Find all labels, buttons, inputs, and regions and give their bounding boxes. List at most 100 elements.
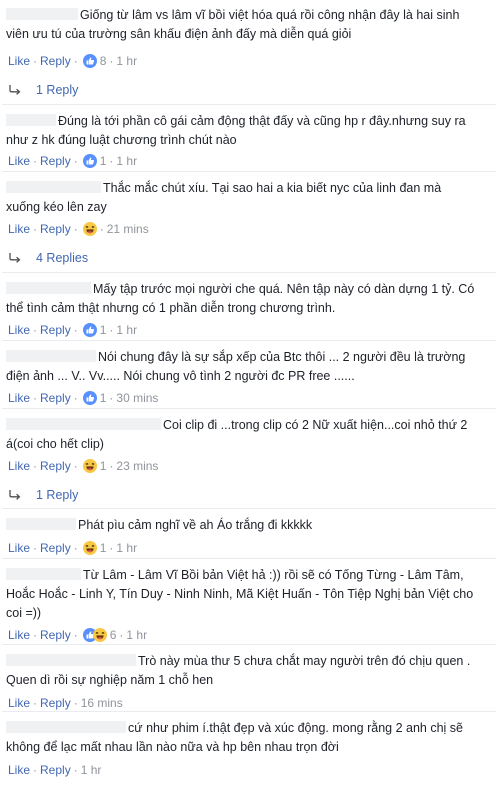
reaction-summary[interactable]: 1 [81,391,106,405]
comment-actions: Like · Reply · 8 · 1 hr [8,53,137,69]
separator-dot: · [33,541,38,555]
like-reaction-icon [82,323,97,337]
like-link[interactable]: Like [8,763,30,777]
reaction-summary[interactable]: 1 [81,154,107,168]
comment-actions: Like · Reply · 1 · 23 mins [8,458,158,474]
comment-actions: Like · Reply · 16 mins [8,695,123,711]
comment-feed: Giống từ lâm vs lâm vĩ bồi việt hóa quá … [0,0,500,787]
author-name-redacted[interactable] [6,518,76,530]
author-name-redacted[interactable] [6,114,56,126]
timestamp[interactable]: 1 hr [126,628,147,642]
comment-body: cứ như phim í.thật đẹp và xúc động. mong… [6,719,476,757]
reaction-summary[interactable]: 1 [81,541,107,555]
comment-actions: Like · Reply · 1 · 1 hr [8,322,137,338]
like-reaction-icon [82,391,97,405]
like-link[interactable]: Like [8,391,30,405]
separator-dot: · [33,459,38,473]
separator-dot: · [33,154,38,168]
like-link[interactable]: Like [8,628,30,642]
timestamp[interactable]: 30 mins [116,391,158,405]
separator-dot: · [109,541,114,555]
view-replies-link[interactable]: 1 Reply [8,487,78,503]
reply-link[interactable]: Reply [40,541,71,555]
reaction-summary[interactable]: 1 [81,323,107,337]
separator-dot: · [33,222,38,236]
like-link[interactable]: Like [8,459,30,473]
haha-reaction-icon [82,541,97,555]
author-name-redacted[interactable] [6,721,126,733]
reaction-summary[interactable] [81,222,97,236]
like-reaction-icon [82,154,97,168]
author-name-redacted[interactable] [6,8,78,20]
author-name-redacted[interactable] [6,350,96,362]
separator-dot: · [33,323,38,337]
reply-link[interactable]: Reply [40,763,71,777]
comment-divider [2,340,496,341]
comment-text: Đúng là tới phần cô gái cảm động thật đấ… [6,114,466,147]
timestamp[interactable]: 1 hr [81,763,102,777]
timestamp[interactable]: 1 hr [116,154,137,168]
separator-dot: · [33,391,38,405]
separator-dot: · [119,628,124,642]
author-name-redacted[interactable] [6,654,136,666]
haha-reaction-icon [82,459,97,473]
reaction-count: 1 [99,459,107,473]
separator-dot: · [33,696,38,710]
view-replies-link[interactable]: 4 Replies [8,250,88,266]
comment-body: Thắc mắc chút xíu. Tại sao hai a kia biế… [6,179,476,217]
comment-body: Đúng là tới phần cô gái cảm động thật đấ… [6,112,476,150]
reply-link[interactable]: Reply [40,459,71,473]
reply-arrow-icon [9,490,21,500]
view-replies-link[interactable]: 1 Reply [8,82,78,98]
comment-body: Mấy tập trước mọi người che quá. Nên tập… [6,280,476,318]
reaction-count: 6 [109,628,117,642]
timestamp[interactable]: 23 mins [116,459,158,473]
comment-body: Nói chung đây là sự sắp xếp của Btc thôi… [6,348,476,386]
separator-dot: · [73,763,78,777]
comment-divider [2,508,496,509]
haha-reaction-icon [92,628,107,642]
reaction-count: 1 [99,541,107,555]
reaction-summary[interactable]: 6 [81,628,117,642]
separator-dot: · [73,222,78,236]
like-link[interactable]: Like [8,541,30,555]
comment-actions: Like · Reply · 6 · 1 hr [8,627,147,643]
author-name-redacted[interactable] [6,181,101,193]
reply-link[interactable]: Reply [40,391,71,405]
separator-dot: · [73,323,78,337]
like-link[interactable]: Like [8,154,30,168]
like-link[interactable]: Like [8,323,30,337]
reply-link[interactable]: Reply [40,323,71,337]
comment-divider [2,171,496,172]
reaction-count: 8 [99,54,107,68]
author-name-redacted[interactable] [6,568,81,580]
reply-link[interactable]: Reply [40,696,71,710]
like-link[interactable]: Like [8,696,30,710]
author-name-redacted[interactable] [6,418,161,430]
reply-arrow-icon [9,85,21,95]
separator-dot: · [109,323,114,337]
reaction-count: 1 [99,154,107,168]
reply-link[interactable]: Reply [40,628,71,642]
separator-dot: · [73,391,78,405]
timestamp[interactable]: 1 hr [116,541,137,555]
replies-count-label: 1 Reply [36,83,79,97]
timestamp[interactable]: 1 hr [116,54,137,68]
like-link[interactable]: Like [8,222,30,236]
reply-link[interactable]: Reply [40,222,71,236]
timestamp[interactable]: 21 mins [107,222,149,236]
like-link[interactable]: Like [8,54,30,68]
author-name-redacted[interactable] [6,282,91,294]
comment-divider [2,558,496,559]
reply-link[interactable]: Reply [40,154,71,168]
haha-reaction-icon [82,222,97,236]
separator-dot: · [73,459,78,473]
timestamp[interactable]: 1 hr [116,323,137,337]
reaction-count: 1 [99,323,107,337]
timestamp[interactable]: 16 mins [81,696,123,710]
reaction-summary[interactable]: 1 [81,459,107,473]
comment-body: Trò này mùa thư 5 chưa chắt may người tr… [6,652,476,690]
reply-link[interactable]: Reply [40,54,71,68]
reaction-summary[interactable]: 8 [81,54,107,68]
separator-dot: · [109,459,114,473]
